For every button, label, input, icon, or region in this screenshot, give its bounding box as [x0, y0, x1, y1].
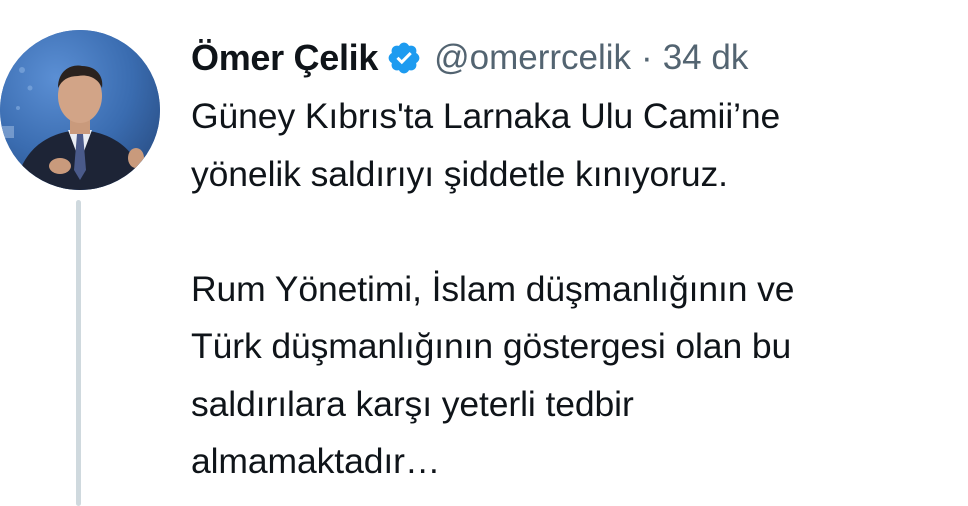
- profile-photo: [0, 30, 160, 190]
- avatar[interactable]: [0, 30, 160, 190]
- timestamp[interactable]: 34 dk: [663, 38, 749, 78]
- tweet-header: Ömer Çelik @omerrcelik · 34 dk: [191, 32, 748, 84]
- separator-dot: ·: [641, 38, 653, 77]
- display-name[interactable]: Ömer Çelik: [191, 37, 378, 79]
- tweet-text: Güney Kıbrıs'ta Larnaka Ulu Camii’ne yön…: [191, 96, 795, 481]
- user-handle[interactable]: @omerrcelik: [434, 38, 631, 78]
- tweet[interactable]: Ömer Çelik @omerrcelik · 34 dk Güney Kıb…: [0, 0, 968, 506]
- verified-badge-icon: [386, 40, 422, 76]
- thread-connector-line: [76, 200, 81, 506]
